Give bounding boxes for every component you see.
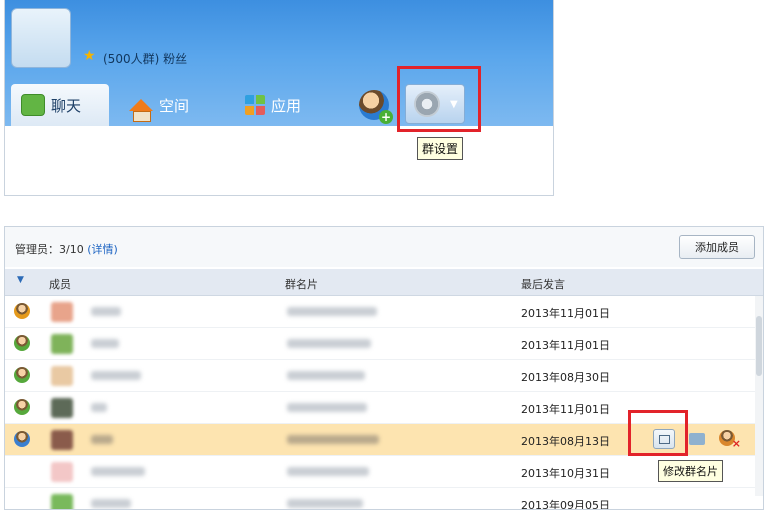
invite-member-icon[interactable] — [359, 90, 393, 124]
card-name-blurred — [287, 403, 367, 412]
apps-grid-icon — [245, 95, 265, 115]
member-management-panel: 管理员：3/10 (详情) 添加成员 ▼ 成员 群名片 最后发言 2013年11… — [4, 226, 764, 510]
scrollbar-thumb[interactable] — [756, 316, 762, 376]
card-name-blurred — [287, 467, 369, 476]
star-icon: ★ — [83, 48, 96, 64]
scrollbar[interactable] — [755, 296, 763, 496]
table-row[interactable]: 2013年09月05日 — [5, 488, 763, 510]
group-avatar[interactable] — [11, 8, 71, 68]
avatar — [51, 302, 73, 322]
member-name-blurred — [91, 435, 113, 444]
owner-icon — [14, 303, 30, 319]
member-name-blurred — [91, 339, 119, 348]
house-icon — [129, 99, 153, 122]
card-name-blurred — [287, 435, 379, 444]
admin-icon — [14, 335, 30, 351]
avatar — [51, 494, 73, 509]
tab-label: 空间 — [159, 96, 190, 115]
table-row[interactable]: 2013年10月31日 — [5, 456, 763, 488]
tab-label: 聊天 — [51, 96, 82, 115]
avatar — [51, 334, 73, 354]
member-list: 2013年11月01日 2013年11月01日 2013年08月30日 2013… — [5, 296, 763, 510]
admin-count-text: 管理员：3/10 — [15, 243, 84, 256]
folder-icon[interactable] — [689, 433, 705, 445]
last-post-date: 2013年10月31日 — [521, 467, 610, 480]
member-name-blurred — [91, 467, 145, 476]
member-name-blurred — [91, 403, 107, 412]
admin-count: 管理员：3/10 (详情) — [15, 241, 118, 257]
last-post-date: 2013年11月01日 — [521, 403, 610, 416]
card-name-blurred — [287, 371, 365, 380]
admin-icon — [14, 399, 30, 415]
avatar — [51, 398, 73, 418]
last-post-date: 2013年11月01日 — [521, 307, 610, 320]
highlight-box-edit-card — [628, 410, 688, 456]
edit-card-tooltip: 修改群名片 — [658, 460, 723, 482]
column-card[interactable]: 群名片 — [285, 276, 318, 292]
group-window-header: ★ (500人群) 粉丝 聊天 空间 应用 ▼ 群设置 — [4, 0, 554, 196]
sort-desc-icon[interactable]: ▼ — [17, 275, 24, 285]
add-member-button[interactable]: 添加成员 — [679, 235, 755, 259]
tab-chat[interactable]: 聊天 — [11, 84, 109, 126]
avatar — [51, 430, 73, 450]
column-member[interactable]: 成员 — [49, 276, 71, 292]
table-row[interactable]: 2013年11月01日 — [5, 296, 763, 328]
admin-icon — [14, 367, 30, 383]
column-last-post[interactable]: 最后发言 — [521, 276, 565, 292]
tab-space[interactable]: 空间 — [129, 84, 189, 126]
last-post-date: 2013年08月30日 — [521, 371, 610, 384]
admin-details-link[interactable]: (详情) — [87, 243, 118, 256]
table-header: ▼ 成员 群名片 最后发言 — [5, 269, 763, 296]
card-name-blurred — [287, 499, 363, 508]
tab-label: 应用 — [271, 96, 302, 115]
avatar — [51, 462, 73, 482]
admin-bar: 管理员：3/10 (详情) 添加成员 — [5, 227, 763, 267]
tab-apps[interactable]: 应用 — [245, 84, 301, 126]
settings-tooltip: 群设置 — [417, 137, 464, 160]
avatar — [51, 366, 73, 386]
last-post-date: 2013年08月13日 — [521, 435, 610, 448]
chat-icon — [21, 94, 45, 116]
member-icon — [14, 431, 30, 447]
table-row[interactable]: 2013年08月30日 — [5, 360, 763, 392]
last-post-date: 2013年11月01日 — [521, 339, 610, 352]
member-name-blurred — [91, 307, 121, 316]
card-name-blurred — [287, 339, 371, 348]
highlight-box-settings — [397, 66, 481, 132]
member-name-blurred — [91, 499, 131, 508]
remove-member-icon[interactable] — [719, 430, 741, 450]
card-name-blurred — [287, 307, 377, 316]
member-name-blurred — [91, 371, 141, 380]
last-post-date: 2013年09月05日 — [521, 499, 610, 510]
table-row[interactable]: 2013年11月01日 — [5, 328, 763, 360]
group-info-text: (500人群) 粉丝 — [103, 52, 188, 66]
